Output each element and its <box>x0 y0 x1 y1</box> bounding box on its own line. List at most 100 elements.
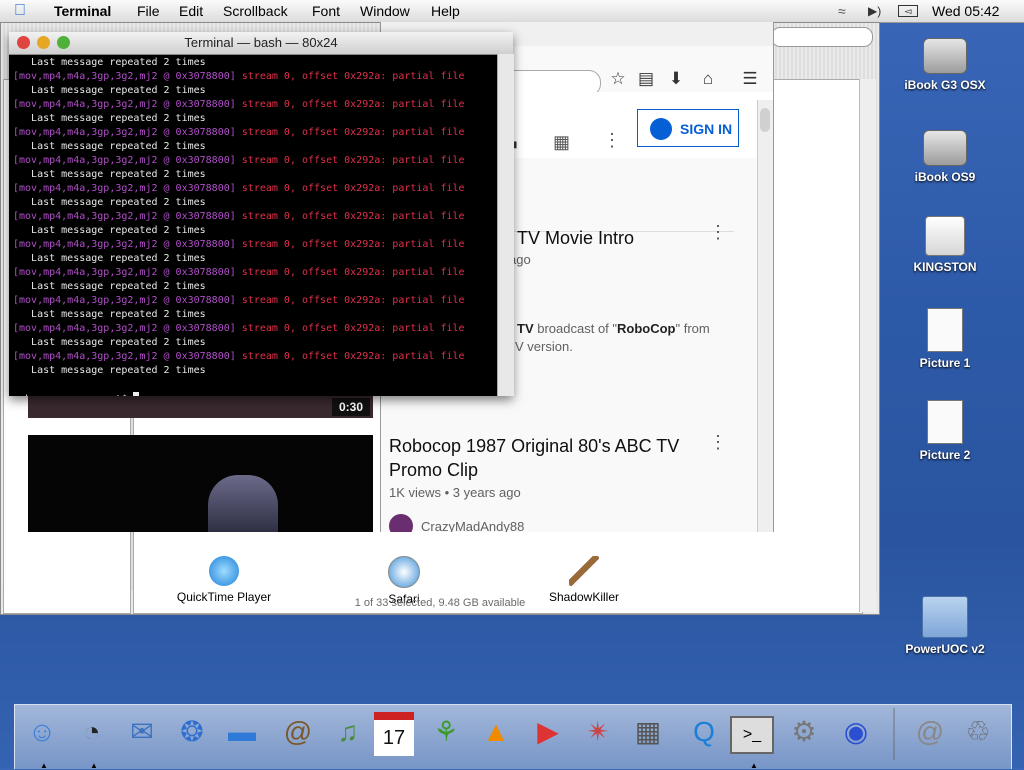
terminal-line-error: [mov,mp4,m4a,3gp,3g2,mj2 @ 0x3078800] st… <box>13 211 465 222</box>
terminal-line-error: [mov,mp4,m4a,3gp,3g2,mj2 @ 0x3078800] st… <box>13 267 465 278</box>
running-indicator: ▲ <box>40 761 48 770</box>
frog-icon[interactable]: ⚘ <box>424 710 468 754</box>
terminal-icon[interactable]: >_ <box>730 716 774 754</box>
zoom-icon[interactable] <box>57 36 70 49</box>
home-icon[interactable]: ⌂ <box>697 68 719 90</box>
png-file-icon <box>927 308 963 352</box>
finder-search-field[interactable] <box>771 27 873 47</box>
minimize-icon[interactable] <box>37 36 50 49</box>
scroll-thumb[interactable] <box>760 108 770 132</box>
itunes-icon[interactable]: ♫ <box>326 710 370 754</box>
terminal-line-error: [mov,mp4,m4a,3gp,3g2,mj2 @ 0x3078800] st… <box>13 99 465 110</box>
desktop-icon-label: KINGSTON <box>913 260 977 274</box>
network-icon[interactable]: ◉ <box>834 710 878 754</box>
png-file-icon <box>927 400 963 444</box>
terminal-line-error: [mov,mp4,m4a,3gp,3g2,mj2 @ 0x3078800] st… <box>13 71 465 82</box>
safari-icon[interactable]: ❂ <box>170 710 214 754</box>
video-meta-2: 1K views • 3 years ago <box>389 485 521 500</box>
at-icon[interactable]: @ <box>908 710 952 754</box>
safari-icon <box>388 556 420 588</box>
menu-font[interactable]: Font <box>312 2 340 20</box>
dock-separator <box>893 708 895 760</box>
browser-scrollbar[interactable] <box>757 100 773 532</box>
usb-drive-icon <box>925 216 965 256</box>
video-title-2[interactable]: Robocop 1987 Original 80's ABC TV Promo … <box>389 434 689 482</box>
star-icon[interactable]: ☆ <box>607 68 629 90</box>
dashboard-icon[interactable]: ◔ <box>70 710 114 754</box>
ical-icon[interactable]: 17 <box>374 712 414 756</box>
terminal-line-repeat: Last message repeated 2 times <box>13 281 206 292</box>
volume-icon[interactable]: ▶) <box>868 2 881 20</box>
mail-icon[interactable]: ✉ <box>120 710 164 754</box>
channel-avatar[interactable] <box>389 514 413 532</box>
terminal-line-error: [mov,mp4,m4a,3gp,3g2,mj2 @ 0x3078800] st… <box>13 239 465 250</box>
menu-clock[interactable]: Wed 05:42 <box>932 2 999 20</box>
desktop-icon-ibook-g3-osx[interactable]: iBook G3 OSX <box>895 32 995 92</box>
menu-window[interactable]: Window <box>360 2 410 20</box>
terminal-line-repeat: Last message repeated 2 times <box>13 57 206 68</box>
quicktime-icon[interactable]: Q <box>682 710 726 754</box>
desktop-icon-kingston[interactable]: KINGSTON <box>895 216 995 274</box>
desktop-icon-poweruoc-v2[interactable]: PowerUOC v2 <box>895 596 995 656</box>
terminal-title: Terminal — bash — 80x24 <box>184 35 338 50</box>
menu-help[interactable]: Help <box>431 2 460 20</box>
account-icon <box>650 118 672 140</box>
menu-app-name[interactable]: Terminal <box>54 2 111 20</box>
wifi-icon[interactable]: ≈ <box>838 2 846 20</box>
terminal-line-repeat: Last message repeated 2 times <box>13 365 206 376</box>
menu-bar:  Terminal File Edit Scrollback Font Win… <box>0 0 1024 23</box>
terminal-prompt: unknown:~ argonaut$ <box>13 392 497 396</box>
desktop-icon-picture-2[interactable]: Picture 2 <box>895 400 995 462</box>
battery-icon[interactable]: ◅ <box>898 5 918 17</box>
terminal-line-error: [mov,mp4,m4a,3gp,3g2,mj2 @ 0x3078800] st… <box>13 295 465 306</box>
menu-edit[interactable]: Edit <box>179 2 203 20</box>
desktop-icon-label: PowerUOC v2 <box>905 642 985 656</box>
terminal-line-repeat: Last message repeated 2 times <box>13 197 206 208</box>
trash-icon[interactable]: ♲ <box>956 710 1000 754</box>
video-menu-icon-1[interactable]: ⋮ <box>709 222 727 243</box>
menu-file[interactable]: File <box>137 2 160 20</box>
video-menu-icon-2[interactable]: ⋮ <box>709 432 727 453</box>
hard-drive-icon <box>923 38 967 74</box>
library-icon[interactable]: ▤ <box>635 68 657 90</box>
hamburger-menu-icon[interactable]: ☰ <box>739 68 761 90</box>
tools-icon <box>569 556 599 586</box>
terminal-window[interactable]: Terminal — bash — 80x24 Last message rep… <box>9 32 514 396</box>
photo-wheel-icon[interactable]: ✴ <box>576 710 620 754</box>
vlc-icon[interactable]: ▲ <box>474 710 518 754</box>
monitor-icon[interactable]: ▦ <box>626 710 670 754</box>
video-desc-1-line2: V version. <box>515 339 573 354</box>
settings-kebab-icon[interactable]: ⋮ <box>603 130 621 151</box>
menu-scrollback[interactable]: Scrollback <box>223 2 288 20</box>
address-book-icon[interactable]: @ <box>276 710 320 754</box>
finder-icon[interactable]: ☺ <box>20 710 64 754</box>
desktop-icon-label: Picture 2 <box>919 448 971 462</box>
close-icon[interactable] <box>17 36 30 49</box>
video-thumbnail-2[interactable] <box>28 435 373 532</box>
desktop-icon-picture-1[interactable]: Picture 1 <box>895 308 995 370</box>
video-title-1[interactable]: TV Movie Intro <box>517 226 634 250</box>
video-thumbnail-1[interactable] <box>28 396 373 418</box>
robocop-figure <box>208 475 278 532</box>
terminal-scrollbar[interactable] <box>497 54 514 396</box>
video-desc-1: TV broadcast of "RoboCop" from <box>517 321 710 336</box>
apps-grid-icon[interactable]: ▦ <box>553 132 570 153</box>
terminal-line-repeat: Last message repeated 2 times <box>13 337 206 348</box>
video-icon[interactable]: ▶ <box>526 710 570 754</box>
preferences-icon[interactable]: ⚙ <box>782 710 826 754</box>
folder-icon <box>922 596 968 638</box>
ichat-icon[interactable]: ▬ <box>220 710 264 754</box>
terminal-output[interactable]: Last message repeated 2 times [mov,mp4,m4… <box>13 56 497 396</box>
terminal-line-repeat: Last message repeated 2 times <box>13 253 206 264</box>
sign-in-button[interactable]: SIGN IN <box>637 109 739 147</box>
terminal-line-repeat: Last message repeated 2 times <box>13 141 206 152</box>
desktop-icon-ibook-os9[interactable]: iBook OS9 <box>895 124 995 184</box>
terminal-cursor <box>133 392 140 396</box>
download-icon[interactable]: ⬇ <box>665 68 687 90</box>
channel-name-2[interactable]: CrazyMadAndy88 <box>421 519 524 532</box>
finder-scrollbar[interactable] <box>859 79 876 612</box>
terminal-titlebar[interactable]: Terminal — bash — 80x24 <box>9 32 513 55</box>
terminal-line-error: [mov,mp4,m4a,3gp,3g2,mj2 @ 0x3078800] st… <box>13 323 465 334</box>
apple-menu-icon[interactable]:  <box>14 2 26 20</box>
sign-in-label: SIGN IN <box>680 121 733 137</box>
